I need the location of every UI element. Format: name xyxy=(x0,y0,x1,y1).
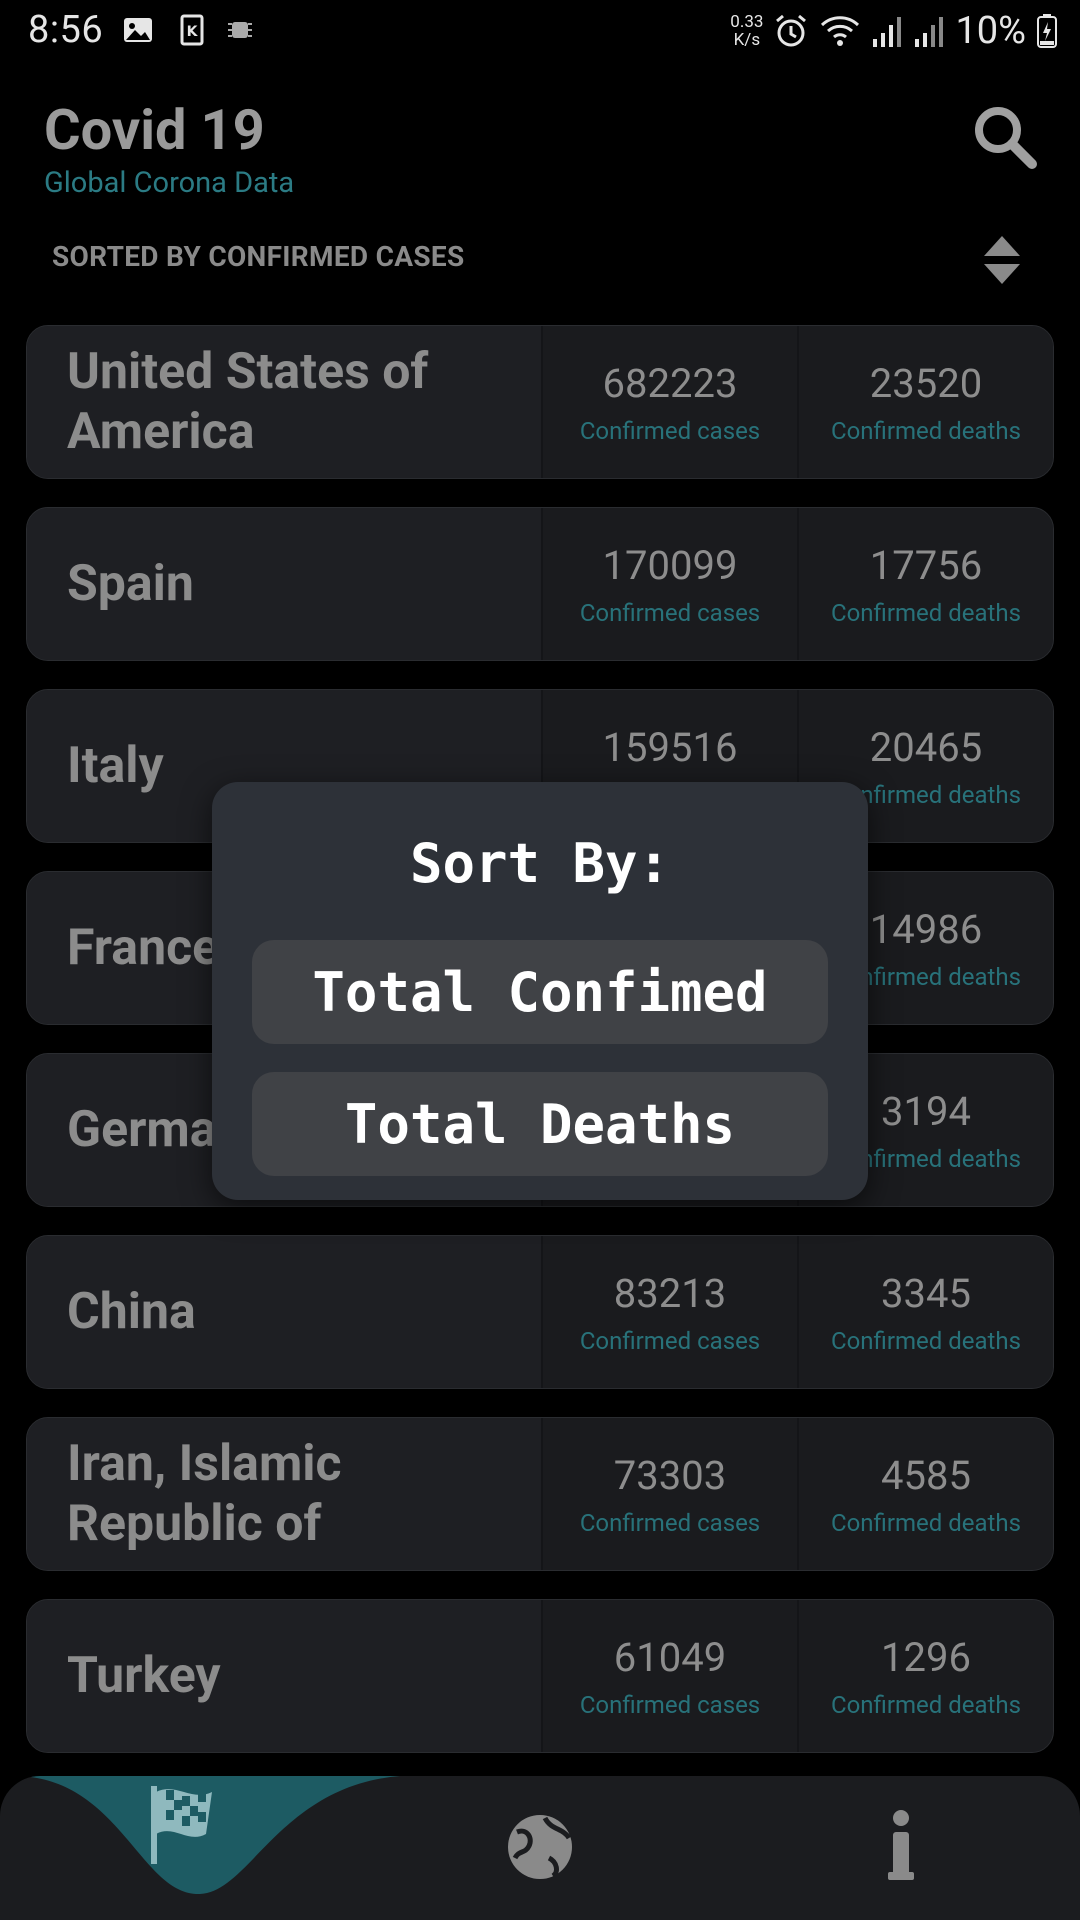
cases-stat: 73303 Confirmed cases xyxy=(541,1418,797,1570)
deaths-value: 17756 xyxy=(869,541,983,589)
sort-total-deaths-button[interactable]: Total Deaths xyxy=(252,1072,828,1176)
app-header: Covid 19 Global Corona Data xyxy=(44,98,294,200)
deaths-label: Confirmed deaths xyxy=(830,416,1022,445)
deaths-stat: 3345 Confirmed deaths xyxy=(797,1236,1053,1388)
country-name: Turkey xyxy=(27,1600,541,1752)
svg-text:K: K xyxy=(187,24,199,40)
battery-icon xyxy=(1037,14,1057,48)
signal-icon xyxy=(873,17,902,47)
sort-label: SORTED BY CONFIRMED CASES xyxy=(52,240,465,273)
globe-icon[interactable] xyxy=(495,1802,585,1892)
cases-stat: 170099 Confirmed cases xyxy=(541,508,797,660)
country-card[interactable]: Iran, Islamic Republic of 73303 Confirme… xyxy=(26,1417,1054,1571)
info-icon[interactable] xyxy=(856,1802,946,1892)
deaths-value: 1296 xyxy=(881,1633,971,1681)
country-card[interactable]: China 83213 Confirmed cases 3345 Confirm… xyxy=(26,1235,1054,1389)
signal-icon-2 xyxy=(915,17,944,47)
country-name: Iran, Islamic Republic of xyxy=(27,1418,541,1570)
debug-icon xyxy=(228,22,252,38)
status-time: 8:56 xyxy=(28,8,104,52)
deaths-stat: 4585 Confirmed deaths xyxy=(797,1418,1053,1570)
country-card[interactable]: Turkey 61049 Confirmed cases 1296 Confir… xyxy=(26,1599,1054,1753)
country-name: Spain xyxy=(27,508,541,660)
cases-value: 61049 xyxy=(613,1633,727,1681)
sim-icon: K xyxy=(180,14,204,46)
deaths-value: 14986 xyxy=(869,905,983,953)
cases-label: Confirmed cases xyxy=(579,1690,761,1719)
cases-value: 170099 xyxy=(602,541,738,589)
deaths-value: 4585 xyxy=(881,1451,971,1499)
sort-dialog-title: Sort By: xyxy=(409,832,671,895)
cases-stat: 61049 Confirmed cases xyxy=(541,1600,797,1752)
sort-toggle-icon[interactable] xyxy=(980,232,1024,288)
cases-value: 682223 xyxy=(602,359,738,407)
deaths-value: 3345 xyxy=(881,1269,971,1317)
deaths-label: Confirmed deaths xyxy=(830,1690,1022,1719)
cases-stat: 83213 Confirmed cases xyxy=(541,1236,797,1388)
deaths-stat: 1296 Confirmed deaths xyxy=(797,1600,1053,1752)
deaths-stat: 17756 Confirmed deaths xyxy=(797,508,1053,660)
deaths-value: 23520 xyxy=(869,359,983,407)
deaths-value: 20465 xyxy=(869,723,983,771)
country-card[interactable]: United States of America 682223 Confirme… xyxy=(26,325,1054,479)
alarm-icon xyxy=(776,14,807,47)
cases-label: Confirmed cases xyxy=(579,1508,761,1537)
gallery-icon xyxy=(124,18,152,42)
deaths-label: Confirmed deaths xyxy=(830,1508,1022,1537)
country-card[interactable]: Spain 170099 Confirmed cases 17756 Confi… xyxy=(26,507,1054,661)
country-name: China xyxy=(27,1236,541,1388)
deaths-label: Confirmed deaths xyxy=(830,598,1022,627)
sort-total-confirmed-button[interactable]: Total Confimed xyxy=(252,940,828,1044)
app-title: Covid 19 xyxy=(44,97,265,163)
sort-dialog: Sort By: Total Confimed Total Deaths xyxy=(212,782,868,1200)
cases-label: Confirmed cases xyxy=(579,1326,761,1355)
cases-label: Confirmed cases xyxy=(579,598,761,627)
cases-label: Confirmed cases xyxy=(579,416,761,445)
status-bar: 8:56 K 0.33 K/s 10% xyxy=(0,0,1080,62)
flag-icon[interactable] xyxy=(136,1780,226,1870)
cases-value: 83213 xyxy=(613,1269,727,1317)
net-speed: 0.33 K/s xyxy=(730,12,764,50)
app-subtitle: Global Corona Data xyxy=(44,166,295,200)
cases-stat: 682223 Confirmed cases xyxy=(541,326,797,478)
country-name: United States of America xyxy=(27,326,541,478)
deaths-value: 3194 xyxy=(881,1087,971,1135)
deaths-stat: 23520 Confirmed deaths xyxy=(797,326,1053,478)
cases-value: 73303 xyxy=(613,1451,727,1499)
bottom-navigation xyxy=(0,1776,1080,1920)
wifi-icon xyxy=(821,16,860,46)
deaths-label: Confirmed deaths xyxy=(830,1326,1022,1355)
search-icon[interactable] xyxy=(968,100,1040,172)
cases-value: 159516 xyxy=(602,723,738,771)
battery-percent: 10% xyxy=(955,9,1026,53)
